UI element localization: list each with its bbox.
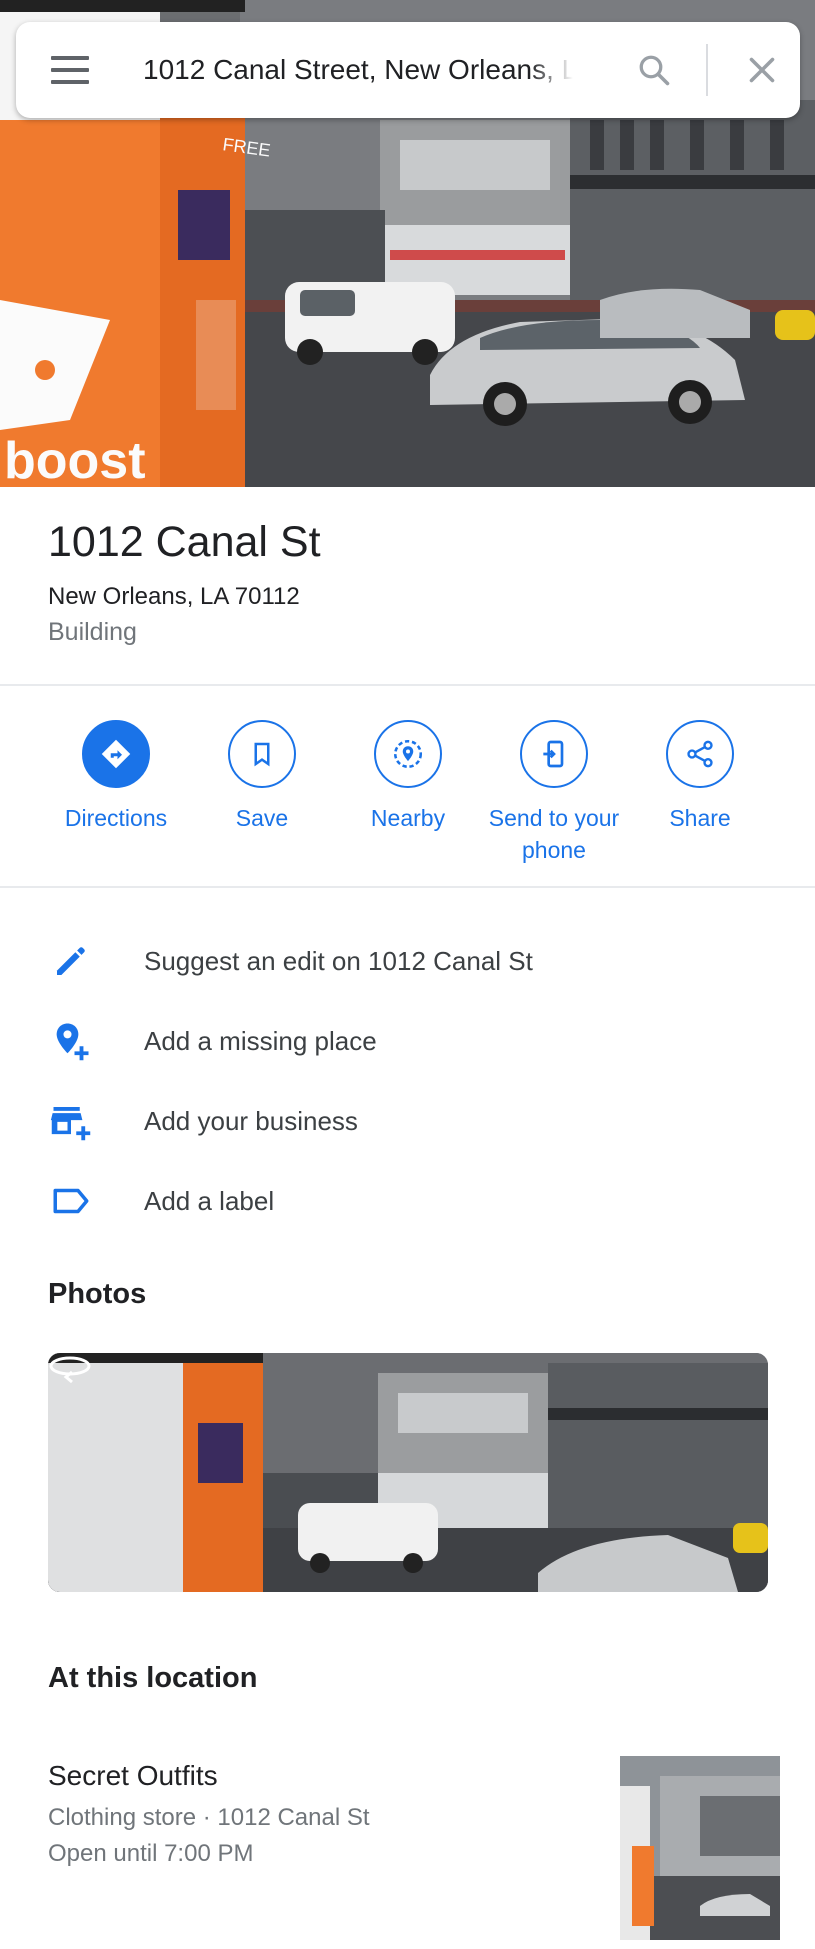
business-name[interactable]: Secret Outfits [48,1760,218,1792]
business-thumbnail[interactable] [620,1756,780,1940]
search-input[interactable]: 1012 Canal Street, New Orleans, LA 70112 [143,54,573,86]
save-label: Save [235,805,289,831]
nearby-label: Nearby [370,805,446,831]
divider [0,684,815,686]
search-bar: 1012 Canal Street, New Orleans, LA 70112 [16,22,800,118]
directions-label: Directions [64,805,168,831]
storefront-brand-text: boost [4,432,146,487]
send-to-phone-button[interactable]: Send to your phone [479,720,629,866]
suggest-edit-label: Suggest an edit on 1012 Canal St [144,945,533,976]
nearby-button[interactable]: Nearby [333,720,483,834]
menu-icon[interactable] [51,56,89,84]
photo-scene [48,1353,768,1592]
search-divider [706,44,708,96]
pencil-icon [57,947,85,975]
directions-button[interactable]: Directions [41,720,191,834]
suggest-edit-item[interactable]: Suggest an edit on 1012 Canal St [0,926,815,996]
panorama-360-icon [49,1356,91,1383]
business-category: Clothing store · 1012 Canal St [48,1804,370,1831]
label-icon [53,1188,89,1214]
close-icon[interactable] [744,52,780,88]
add-label-item[interactable]: Add a label [0,1166,815,1236]
add-location-icon [56,1023,89,1061]
add-label-label: Add a label [144,1185,275,1216]
share-label: Share [669,805,731,831]
bookmark-icon [254,742,270,767]
share-button[interactable]: Share [625,720,775,834]
directions-icon [101,739,131,769]
business-photo [620,1756,780,1940]
nearby-icon [393,739,423,769]
share-icon [687,740,713,768]
photos-heading: Photos [48,1278,147,1310]
search-icon[interactable] [636,52,672,88]
place-title: 1012 Canal St [48,518,321,566]
add-business-label: Add your business [144,1105,358,1136]
send-to-phone-label: Send to your phone [488,805,620,863]
place-address: New Orleans, LA 70112 [48,583,300,610]
add-business-item[interactable]: Add your business [0,1086,815,1156]
send-to-phone-icon [543,740,564,768]
divider [0,886,815,888]
place-type: Building [48,618,137,646]
at-location-heading: At this location [48,1662,258,1694]
add-business-icon [50,1107,91,1141]
add-missing-place-label: Add a missing place [144,1025,377,1056]
business-hours: Open until 7:00 PM [48,1840,254,1867]
photo-thumbnail[interactable] [48,1353,768,1592]
add-missing-place-item[interactable]: Add a missing place [0,1006,815,1076]
save-button[interactable]: Save [187,720,337,834]
